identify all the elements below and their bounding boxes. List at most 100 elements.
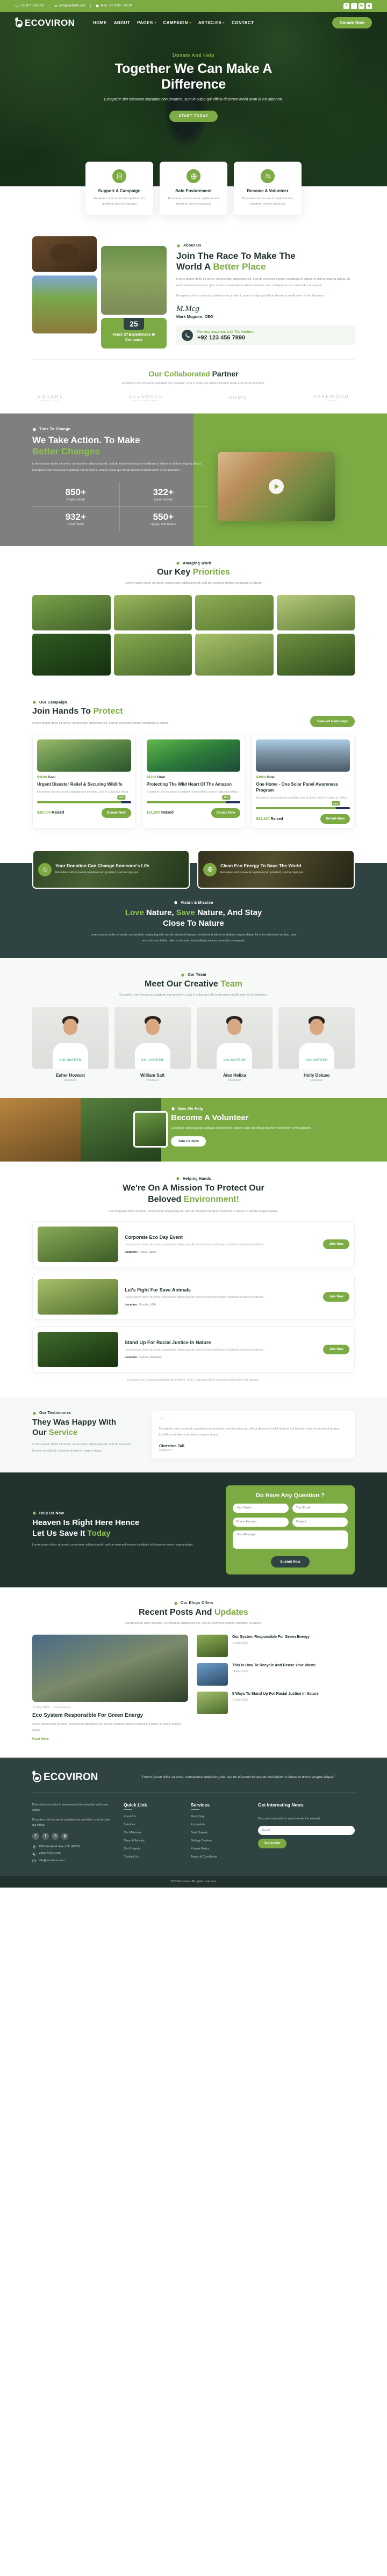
gallery-image[interactable]: [276, 595, 355, 631]
subject-field[interactable]: [292, 1517, 348, 1527]
footer-link-policy[interactable]: Private Policy: [191, 1847, 247, 1851]
mission-row[interactable]: Corporate Eco Day Event Lorem ipsum dolo…: [32, 1221, 355, 1268]
gallery-image[interactable]: [276, 634, 355, 676]
google-icon[interactable]: g: [366, 3, 372, 9]
newsletter-email-input[interactable]: [258, 1826, 355, 1835]
donate-now-button[interactable]: Donate Now: [320, 814, 350, 824]
facebook-icon[interactable]: f: [32, 1832, 39, 1840]
nav-item-pages[interactable]: PAGES: [137, 20, 156, 25]
twitter-icon[interactable]: t: [42, 1832, 49, 1840]
email-field[interactable]: [292, 1503, 348, 1513]
topbar-email[interactable]: info@website.com: [54, 4, 85, 8]
phone-field[interactable]: [233, 1517, 289, 1527]
footer-link-news[interactable]: News & Articles: [124, 1839, 180, 1842]
name-field[interactable]: [233, 1503, 289, 1513]
site-footer: ECOVIRON "Lorem ipsum dolor sit amet, co…: [0, 1757, 387, 1888]
join-now-button[interactable]: Join Now: [323, 1239, 349, 1250]
facebook-icon[interactable]: f: [343, 3, 349, 9]
video-thumbnail[interactable]: [218, 452, 335, 521]
nav-item-articles[interactable]: ARTICLES: [198, 20, 225, 25]
feature-text: Excepteur sint occaecat cupidatat non pr…: [168, 197, 219, 206]
footer-email[interactable]: info@ecoviron.com: [32, 1859, 113, 1863]
donate-now-button[interactable]: Donate Now: [332, 17, 372, 28]
view-all-campaign-button[interactable]: View all Campaign: [310, 715, 355, 727]
footer-phone[interactable]: +569 2316 2156: [32, 1852, 113, 1856]
donate-now-button[interactable]: Donate Now: [102, 808, 131, 818]
join-us-button[interactable]: Join Us Now: [171, 1136, 206, 1146]
team-member[interactable]: VOLUNTEER William Saft Volunteer: [114, 1007, 191, 1082]
gallery-image[interactable]: [113, 634, 192, 676]
hotline-box[interactable]: For Any Inquiries Call The Hotline: +92 …: [176, 325, 355, 346]
site-logo[interactable]: ECOVIRON: [14, 17, 75, 28]
footer-link-missions[interactable]: Our Missions: [124, 1831, 180, 1834]
read-more-link[interactable]: Read More: [32, 1738, 49, 1741]
team-member-name: Esher Howard: [55, 1073, 85, 1078]
feature-card-environment[interactable]: Safe Enviorement Excepteur sint occaecat…: [160, 162, 227, 215]
team-member[interactable]: VOLUNTEER Holly Deluso Volunteer: [278, 1007, 355, 1082]
footer-link-services[interactable]: Services: [124, 1823, 180, 1826]
gallery-image[interactable]: [113, 595, 192, 631]
vision-section: Your Donation Can Change Someone's Life …: [0, 843, 387, 958]
gallery-image[interactable]: [195, 595, 274, 631]
progress-bar: 90%: [37, 795, 131, 803]
start-today-button[interactable]: START TODAY: [169, 111, 218, 122]
main-navigation: ECOVIRON HOME ABOUT PAGES CAMPAIGN ARTIC…: [0, 12, 387, 28]
nav-item-contact[interactable]: CONTACT: [232, 20, 254, 25]
google-icon[interactable]: g: [61, 1832, 68, 1840]
mission-row[interactable]: Stand Up For Racial Justice In Nature Lo…: [32, 1326, 355, 1373]
cta-card-donation[interactable]: Your Donation Can Change Someone's Life …: [32, 850, 190, 889]
feature-title: Become A Volunteer: [247, 188, 289, 193]
blog-list-item[interactable]: 5 Ways To Stand Up For Racial Justice In…: [197, 1691, 355, 1714]
twitter-icon[interactable]: t: [351, 3, 357, 9]
gallery-image[interactable]: [32, 595, 111, 631]
team-member[interactable]: VOLUNTEER Esher Howard Volunteer: [32, 1007, 109, 1082]
footer-link-terms[interactable]: Terms & Conditions: [191, 1855, 247, 1859]
campaign-card[interactable]: $4000 Goal One Home - One Solar Panel Aw…: [251, 734, 355, 829]
blog-list-item[interactable]: This Is How To Recycle And Reuse Your Wa…: [197, 1663, 355, 1686]
footer-logo[interactable]: ECOVIRON: [31, 1770, 129, 1783]
mission-row-title: Stand Up For Racial Justice In Nature: [125, 1340, 211, 1346]
footer-link-about[interactable]: About Us: [124, 1815, 180, 1818]
subscribe-button[interactable]: Subscribe: [258, 1839, 287, 1849]
hero-eyebrow: Donate And Help: [172, 53, 215, 58]
play-icon[interactable]: [269, 478, 284, 494]
footer-link-ecosystem[interactable]: Ecosystem: [191, 1823, 247, 1826]
gallery-image[interactable]: [195, 634, 274, 676]
linkedin-icon[interactable]: in: [52, 1832, 59, 1840]
blog-date: 12 May 2023: [32, 1706, 49, 1709]
topbar-phone[interactable]: +33 077 554 332: [15, 4, 44, 8]
nav-item-campaign[interactable]: CAMPAIGN: [163, 20, 191, 25]
message-field[interactable]: [233, 1530, 348, 1549]
campaign-card[interactable]: $4200 Goal Protecting The Wild Heart Of …: [141, 734, 246, 829]
feature-card-volunteer[interactable]: Become A Volunteer Excepteur sint occaec…: [234, 162, 302, 215]
campaign-card[interactable]: $3600 Goal Urgent Disaster Relief & Secu…: [32, 734, 136, 829]
donate-now-button[interactable]: Donate Now: [211, 808, 241, 818]
action-text-body: Lorem ipsum dolor sit amet, consectetur …: [32, 462, 202, 472]
testimonial-section: Our Testimonies They Was Happy With Our …: [0, 1397, 387, 1472]
topbar-email-text: info@website.com: [59, 4, 86, 8]
campaign-card-title: One Home - One Solar Panel Awareness Pro…: [256, 781, 338, 793]
footer-link-recycling[interactable]: Recycling: [191, 1815, 247, 1818]
team-title: Meet Our Creative Team: [145, 979, 242, 989]
volunteer-banner: Now We Help Become A Volunteer Excepteur…: [0, 1098, 387, 1162]
footer-link-biology[interactable]: Biology System: [191, 1839, 247, 1842]
blog-featured-post[interactable]: 12 May 2023 Environment Eco System Respo…: [32, 1634, 188, 1743]
join-now-button[interactable]: Join Now: [323, 1345, 349, 1355]
feature-card-support[interactable]: Support A Campaign Excepteur sint occaec…: [85, 162, 153, 215]
footer-link-contact[interactable]: Contact Us: [124, 1855, 180, 1859]
team-member[interactable]: VOLUNTEER Alex Helixa Volunteer: [196, 1007, 273, 1082]
linkedin-icon[interactable]: in: [359, 3, 364, 9]
nav-item-home[interactable]: HOME: [93, 20, 107, 25]
gallery-image[interactable]: [32, 634, 111, 676]
blog-subtitle: Lorem ipsum dolor sit amet, consectetur …: [125, 1621, 262, 1625]
footer-link-organic[interactable]: Best Organic: [191, 1831, 247, 1834]
cta-card-energy[interactable]: Clean Eco Energy To Save The World Excep…: [197, 850, 355, 889]
join-now-button[interactable]: Join Now: [323, 1292, 349, 1302]
feature-title: Safe Enviorement: [175, 188, 212, 193]
eco-leaf-icon: [33, 1411, 36, 1415]
submit-button[interactable]: Submit Now: [271, 1556, 310, 1568]
mission-row[interactable]: Let's Fight For Save Animals Lorem ipsum…: [32, 1274, 355, 1320]
blog-list-item[interactable]: Our System Responsible For Green Energy …: [197, 1634, 355, 1657]
footer-link-projects[interactable]: Our Projects: [124, 1847, 180, 1851]
nav-item-about[interactable]: ABOUT: [114, 20, 130, 25]
